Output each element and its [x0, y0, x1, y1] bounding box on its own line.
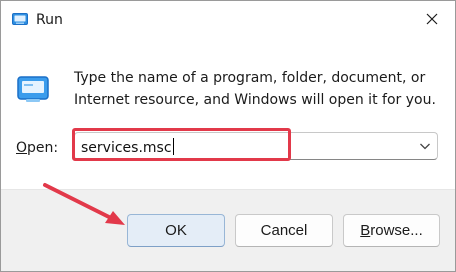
run-app-icon	[17, 76, 49, 102]
browse-button[interactable]: Browse...	[343, 214, 440, 247]
title-bar: Run	[1, 1, 455, 39]
dialog-description: Type the name of a program, folder, docu…	[74, 70, 436, 108]
input-highlight-annotation	[72, 128, 291, 161]
chevron-down-icon[interactable]	[419, 141, 431, 151]
close-icon	[426, 13, 438, 25]
run-dialog: Run Type the name of a program, folder, …	[0, 0, 456, 272]
run-app-icon	[12, 13, 28, 25]
window-title: Run	[36, 12, 63, 28]
cancel-button[interactable]: Cancel	[235, 214, 333, 247]
open-label-accelerator: O	[16, 140, 28, 156]
browse-button-text: rowse...	[370, 222, 423, 239]
open-label: Open:	[16, 139, 58, 157]
browse-button-accelerator: B	[360, 222, 371, 239]
close-button[interactable]	[409, 1, 455, 37]
open-label-text: pen:	[27, 140, 59, 156]
ok-button[interactable]: OK	[127, 214, 225, 247]
